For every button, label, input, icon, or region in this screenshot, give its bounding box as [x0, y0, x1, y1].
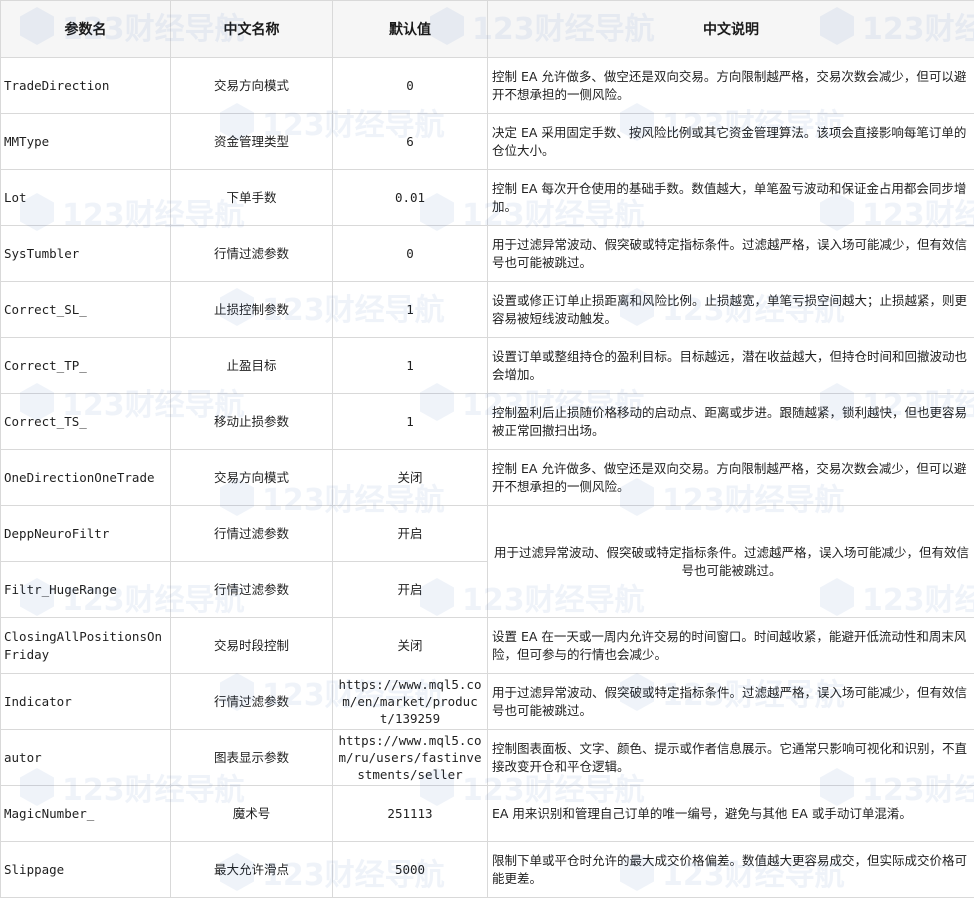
chinese-name-cell: 止损控制参数 — [171, 282, 333, 338]
param-name-cell: MMType — [1, 114, 171, 170]
table-row: Lot 下单手数 0.01 控制 EA 每次开仓使用的基础手数。数值越大，单笔盈… — [1, 170, 974, 226]
description-cell: 用于过滤异常波动、假突破或特定指标条件。过滤越严格，误入场可能减少，但有效信号也… — [488, 674, 974, 730]
chinese-name-cell: 行情过滤参数 — [171, 562, 333, 618]
param-name-cell: Correct_SL_ — [1, 282, 171, 338]
table-row: autor 图表显示参数 https://www.mql5.com/ru/use… — [1, 730, 974, 786]
param-name-cell: Slippage — [1, 842, 171, 898]
param-name-cell: Indicator — [1, 674, 171, 730]
default-value-cell: 开启 — [333, 506, 488, 562]
default-value-cell: 1 — [333, 338, 488, 394]
description-cell: 限制下单或平仓时允许的最大成交价格偏差。数值越大更容易成交，但实际成交价格可能更… — [488, 842, 974, 898]
header-description: 中文说明 — [488, 1, 974, 58]
description-cell-merged: 用于过滤异常波动、假突破或特定指标条件。过滤越严格，误入场可能减少，但有效信号也… — [488, 506, 974, 618]
chinese-name-cell: 交易方向模式 — [171, 58, 333, 114]
description-cell: 控制 EA 每次开仓使用的基础手数。数值越大，单笔盈亏波动和保证金占用都会同步增… — [488, 170, 974, 226]
param-name-cell: OneDirectionOneTrade — [1, 450, 171, 506]
default-value-cell: 1 — [333, 282, 488, 338]
default-value-url-cell: https://www.mql5.com/ru/users/fastinvest… — [333, 730, 488, 786]
default-value-cell: 1 — [333, 394, 488, 450]
default-value-cell: 关闭 — [333, 450, 488, 506]
header-row: 参数名 中文名称 默认值 中文说明 — [1, 1, 974, 58]
chinese-name-cell: 交易方向模式 — [171, 450, 333, 506]
default-value-cell: 开启 — [333, 562, 488, 618]
chinese-name-cell: 移动止损参数 — [171, 394, 333, 450]
description-cell: 控制盈利后止损随价格移动的启动点、距离或步进。跟随越紧，锁利越快，但也更容易被正… — [488, 394, 974, 450]
chinese-name-cell: 最大允许滑点 — [171, 842, 333, 898]
description-cell: 设置订单或整组持仓的盈利目标。目标越远，潜在收益越大，但持仓时间和回撤波动也会增… — [488, 338, 974, 394]
table-row: OneDirectionOneTrade 交易方向模式 关闭 控制 EA 允许做… — [1, 450, 974, 506]
header-chinese-name: 中文名称 — [171, 1, 333, 58]
table-row: Correct_TP_ 止盈目标 1 设置订单或整组持仓的盈利目标。目标越远，潜… — [1, 338, 974, 394]
table-row: TradeDirection 交易方向模式 0 控制 EA 允许做多、做空还是双… — [1, 58, 974, 114]
default-value-cell: 251113 — [333, 786, 488, 842]
description-cell: 设置或修正订单止损距离和风险比例。止损越宽，单笔亏损空间越大；止损越紧，则更容易… — [488, 282, 974, 338]
chinese-name-cell: 下单手数 — [171, 170, 333, 226]
description-cell: 决定 EA 采用固定手数、按风险比例或其它资金管理算法。该项会直接影响每笔订单的… — [488, 114, 974, 170]
description-cell: 用于过滤异常波动、假突破或特定指标条件。过滤越严格，误入场可能减少，但有效信号也… — [488, 226, 974, 282]
parameter-table: 参数名 中文名称 默认值 中文说明 TradeDirection 交易方向模式 … — [0, 0, 974, 898]
param-name-cell: Correct_TP_ — [1, 338, 171, 394]
description-cell: 设置 EA 在一天或一周内允许交易的时间窗口。时间越收紧，能避开低流动性和周末风… — [488, 618, 974, 674]
table-row: Indicator 行情过滤参数 https://www.mql5.com/en… — [1, 674, 974, 730]
default-value-cell: 0 — [333, 226, 488, 282]
default-value-cell: 0.01 — [333, 170, 488, 226]
chinese-name-cell: 止盈目标 — [171, 338, 333, 394]
chinese-name-cell: 交易时段控制 — [171, 618, 333, 674]
param-name-cell: Lot — [1, 170, 171, 226]
description-cell: EA 用来识别和管理自己订单的唯一编号，避免与其他 EA 或手动订单混淆。 — [488, 786, 974, 842]
header-default-value: 默认值 — [333, 1, 488, 58]
param-name-cell: DeppNeuroFiltr — [1, 506, 171, 562]
description-cell: 控制 EA 允许做多、做空还是双向交易。方向限制越严格，交易次数会减少，但可以避… — [488, 450, 974, 506]
default-value-cell: 5000 — [333, 842, 488, 898]
default-value-cell: 0 — [333, 58, 488, 114]
table-row: Slippage 最大允许滑点 5000 限制下单或平仓时允许的最大成交价格偏差… — [1, 842, 974, 898]
description-cell: 控制 EA 允许做多、做空还是双向交易。方向限制越严格，交易次数会减少，但可以避… — [488, 58, 974, 114]
table-row: MagicNumber_ 魔术号 251113 EA 用来识别和管理自己订单的唯… — [1, 786, 974, 842]
table-row: Correct_TS_ 移动止损参数 1 控制盈利后止损随价格移动的启动点、距离… — [1, 394, 974, 450]
chinese-name-cell: 行情过滤参数 — [171, 226, 333, 282]
param-name-cell: Correct_TS_ — [1, 394, 171, 450]
default-value-url-cell: https://www.mql5.com/en/market/product/1… — [333, 674, 488, 730]
table-row: MMType 资金管理类型 6 决定 EA 采用固定手数、按风险比例或其它资金管… — [1, 114, 974, 170]
chinese-name-cell: 行情过滤参数 — [171, 674, 333, 730]
param-name-cell: MagicNumber_ — [1, 786, 171, 842]
header-param-name: 参数名 — [1, 1, 171, 58]
table-body: TradeDirection 交易方向模式 0 控制 EA 允许做多、做空还是双… — [1, 58, 974, 898]
chinese-name-cell: 资金管理类型 — [171, 114, 333, 170]
table-header: 参数名 中文名称 默认值 中文说明 — [1, 1, 974, 58]
param-name-cell: autor — [1, 730, 171, 786]
table-row: SysTumbler 行情过滤参数 0 用于过滤异常波动、假突破或特定指标条件。… — [1, 226, 974, 282]
description-cell: 控制图表面板、文字、颜色、提示或作者信息展示。它通常只影响可视化和识别，不直接改… — [488, 730, 974, 786]
table-row: ClosingAllPositionsOnFriday 交易时段控制 关闭 设置… — [1, 618, 974, 674]
chinese-name-cell: 行情过滤参数 — [171, 506, 333, 562]
param-name-cell: ClosingAllPositionsOnFriday — [1, 618, 171, 674]
table-row: DeppNeuroFiltr 行情过滤参数 开启 用于过滤异常波动、假突破或特定… — [1, 506, 974, 562]
default-value-cell: 6 — [333, 114, 488, 170]
default-value-cell: 关闭 — [333, 618, 488, 674]
chinese-name-cell: 魔术号 — [171, 786, 333, 842]
param-name-cell: Filtr_HugeRange — [1, 562, 171, 618]
param-name-cell: TradeDirection — [1, 58, 171, 114]
chinese-name-cell: 图表显示参数 — [171, 730, 333, 786]
param-name-cell: SysTumbler — [1, 226, 171, 282]
table-row: Correct_SL_ 止损控制参数 1 设置或修正订单止损距离和风险比例。止损… — [1, 282, 974, 338]
